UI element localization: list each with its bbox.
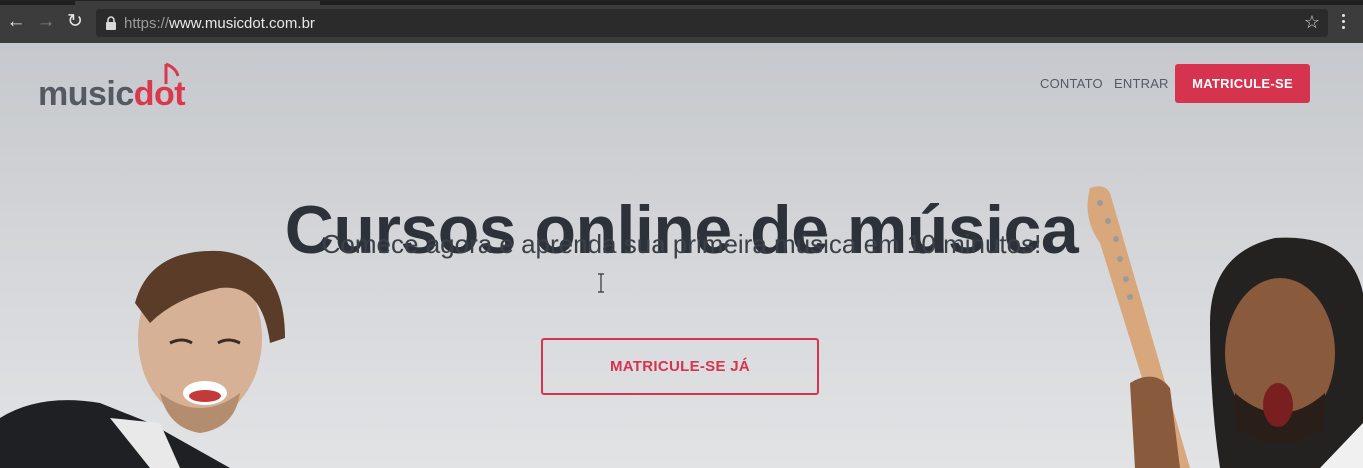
person-left-image — [0, 250, 285, 468]
star-icon[interactable]: ☆ — [1304, 12, 1320, 33]
browser-menu-button[interactable] — [1336, 11, 1350, 33]
enroll-now-button[interactable]: MATRICULE-SE JÁ — [541, 338, 819, 395]
reload-icon: ↻ — [67, 11, 83, 32]
arrow-left-icon: ← — [6, 11, 26, 32]
address-bar[interactable]: https://www.musicdot.com.br ☆ — [96, 9, 1328, 37]
url-scheme: https:// — [124, 15, 170, 32]
arrow-right-icon: → — [36, 11, 56, 32]
reload-button[interactable]: ↻ — [64, 11, 86, 33]
lock-icon — [106, 16, 116, 30]
tab-strip — [0, 1, 1363, 5]
url-text: https://www.musicdot.com.br — [124, 15, 315, 32]
active-tab[interactable] — [75, 1, 320, 5]
browser-toolbar: ← → ↻ https://www.musicdot.com.br ☆ — [0, 0, 1363, 43]
text-cursor-icon — [598, 273, 604, 293]
hero-subtitle: Comece agora e aprenda sua primeira músi… — [321, 229, 1042, 259]
vertical-dots-icon — [1341, 14, 1345, 17]
forward-button[interactable]: → — [35, 11, 57, 33]
url-host: www.musicdot.com.br — [169, 15, 315, 32]
back-button[interactable]: ← — [5, 11, 27, 33]
landing-page: musicdot CONTATO ENTRAR MATRICULE-SE Cur… — [0, 43, 1363, 468]
